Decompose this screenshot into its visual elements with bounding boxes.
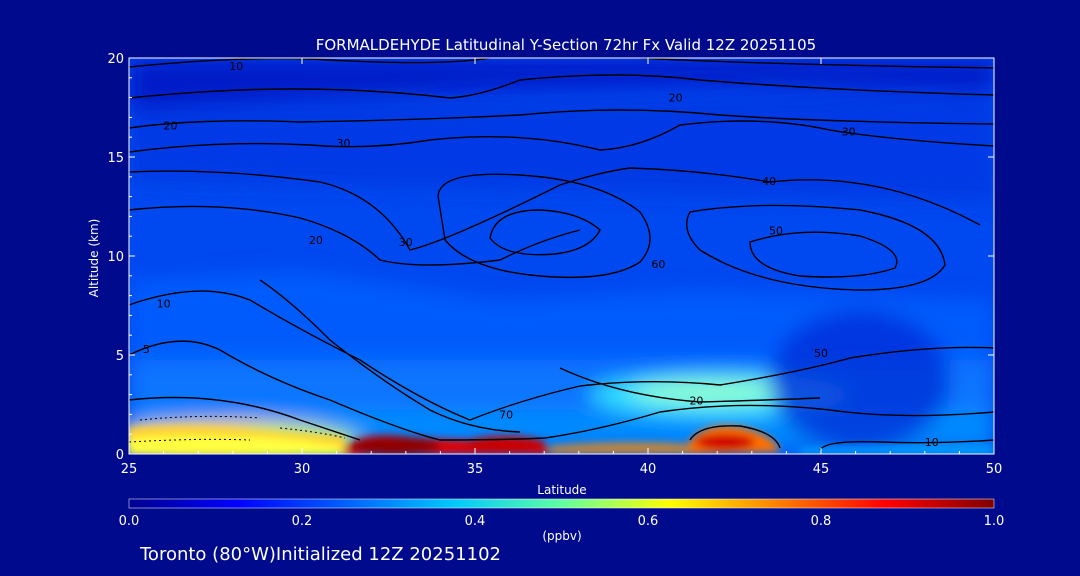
chart-figure: FORMALDEHYDE Latitudinal Y-Section 72hr … <box>87 36 1005 565</box>
contour-label: 50 <box>814 347 828 360</box>
y-tick-label: 20 <box>107 52 124 67</box>
y-tick-label: 5 <box>116 349 124 364</box>
contour-label: 10 <box>925 436 939 449</box>
colorbar <box>128 498 995 509</box>
footer-location: Toronto (80°W) <box>139 544 276 565</box>
x-tick-label: 40 <box>640 462 657 477</box>
contour-label: 20 <box>309 234 323 247</box>
plot-area: 10 20 30 20 30 40 50 60 30 20 10 5 50 20 70 10 <box>129 58 994 454</box>
contour-label: 60 <box>651 258 665 271</box>
contour-label: 20 <box>164 119 178 132</box>
contour-label: 10 <box>229 60 243 73</box>
x-tick-label: 45 <box>813 462 830 477</box>
contour-label: 50 <box>769 224 783 237</box>
contour-label: 30 <box>399 236 413 249</box>
x-tick-label: 35 <box>467 462 484 477</box>
contour-label: 20 <box>669 92 683 105</box>
contour-label: 40 <box>762 175 776 188</box>
contour-label: 5 <box>143 343 150 356</box>
x-tick-label: 25 <box>121 462 138 477</box>
footer-text: Toronto (80°W)Initialized 12Z 20251102 <box>139 544 501 565</box>
footer-initialized: Initialized 12Z 20251102 <box>276 544 501 565</box>
x-axis-label: Latitude <box>537 483 586 497</box>
colorbar-tick-label: 1.0 <box>984 514 1005 529</box>
chart-title: FORMALDEHYDE Latitudinal Y-Section 72hr … <box>316 36 816 54</box>
y-tick-label: 0 <box>116 448 124 463</box>
contour-label: 20 <box>689 395 703 408</box>
colorbar-ticks: 0.0 0.2 0.4 0.6 0.8 1.0 <box>119 514 1005 529</box>
colorbar-tick-label: 0.4 <box>465 514 486 529</box>
y-tick-label: 10 <box>107 250 124 265</box>
contour-label: 10 <box>157 298 171 311</box>
contour-label: 70 <box>499 408 513 421</box>
colorbar-label: (ppbv) <box>542 529 581 543</box>
x-tick-label: 50 <box>986 462 1003 477</box>
colorbar-tick-label: 0.8 <box>811 514 832 529</box>
x-tick-label: 30 <box>294 462 311 477</box>
colorbar-tick-label: 0.0 <box>119 514 140 529</box>
colorbar-tick-label: 0.6 <box>638 514 659 529</box>
contour-label: 30 <box>842 125 856 138</box>
y-axis-label: Altitude (km) <box>87 219 101 298</box>
y-tick-label: 15 <box>107 151 124 166</box>
colorbar-tick-label: 0.2 <box>292 514 313 529</box>
contour-label: 30 <box>337 137 351 150</box>
